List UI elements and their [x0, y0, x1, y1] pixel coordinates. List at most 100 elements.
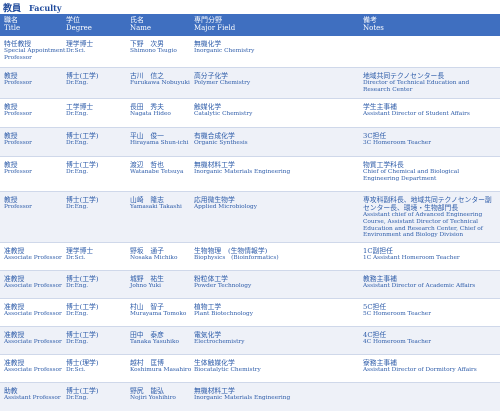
name-en: Furukawa Nobuyuki — [130, 80, 190, 86]
degree-ja: 理学博士 — [66, 40, 94, 48]
degree-en: Dr.Eng. — [66, 283, 89, 289]
table-row: 准教授 Associate Professor 博士(工学) Dr.Eng. 田中 … — [0, 327, 500, 355]
field-ja: 無機材料工学 — [194, 161, 235, 169]
table-row: 教授 Professor 博士(工学) Dr.Eng. 渡辺 哲也 Watanabe … — [0, 157, 500, 192]
table-row: 特任教授 Special Appointment Professor 理学博士 Dr… — [0, 36, 500, 68]
notes-en: 1C Assistant Homeroom Teacher — [363, 255, 460, 261]
notes-en: Assistant Director of Academic Affairs — [363, 283, 476, 289]
header-notes: 備考 Notes — [363, 16, 384, 32]
notes-ja: 寮務主事補 — [363, 359, 397, 367]
notes-ja: 1C副担任 — [363, 247, 393, 255]
title-en: Assistant Professor — [4, 395, 61, 401]
title-en: Associate Professor — [4, 283, 62, 289]
field-ja: 粉粒体工学 — [194, 275, 228, 283]
degree-ja: 工学博士 — [66, 103, 94, 111]
table-row: 教授 Professor 博士(工学) Dr.Eng. 平山 俊一 Hirayama … — [0, 128, 500, 157]
degree-ja: 博士(工学) — [66, 303, 99, 311]
name-ja: 野坂 通子 — [130, 247, 164, 255]
degree-en: Dr.Eng. — [66, 140, 89, 146]
field-en: Organic Synthesis — [194, 140, 248, 146]
notes-cell: 学生主事補 Assistant Director of Student Affai… — [363, 103, 497, 118]
name-ja: 田中 泰彦 — [130, 331, 164, 339]
name-en: Nojiri Yoshihiro — [130, 395, 176, 401]
degree-en: Dr.Eng. — [66, 311, 89, 317]
notes-cell: 3C担任 3C Homeroom Teacher — [363, 132, 497, 147]
notes-ja: 教務主事補 — [363, 275, 397, 283]
field-cell: 生物物理 (生物情報学) Biophysics (Bioinformatics) — [194, 247, 362, 262]
name-ja: 平山 俊一 — [130, 132, 164, 140]
name-cell: 下野 次男 Shimono Tsugio — [130, 40, 192, 55]
title-ja: 准教授 — [4, 275, 25, 283]
title-cell: 助教 Assistant Professor — [4, 387, 66, 402]
field-ja: 無機化学 — [194, 40, 222, 48]
title-ja: 教授 — [4, 103, 18, 111]
degree-cell: 博士(工学) Dr.Eng. — [66, 196, 128, 211]
header-degree: 学位 Degree — [66, 16, 92, 32]
name-ja: 古川 信之 — [130, 72, 164, 80]
header-name-ja: 氏名 — [130, 16, 144, 24]
title-en: Special Appointment Professor — [4, 48, 66, 61]
title-ja: 教授 — [4, 196, 18, 204]
header-degree-en: Degree — [66, 24, 92, 32]
field-cell: 無機材料工学 Inorganic Materials Engineering — [194, 387, 362, 402]
field-cell: 有機合成化学 Organic Synthesis — [194, 132, 362, 147]
title-cell: 教授 Professor — [4, 161, 66, 176]
degree-ja: 博士(理学) — [66, 359, 99, 367]
notes-cell: 1C副担任 1C Assistant Homeroom Teacher — [363, 247, 497, 262]
field-cell: 植物工学 Plant Biotechnology — [194, 303, 362, 318]
name-ja: 越村 匡博 — [130, 359, 164, 367]
notes-ja: 5C担任 — [363, 303, 387, 311]
table-row: 教授 Professor 博士(工学) Dr.Eng. 山崎 隆志 Yamasaki … — [0, 192, 500, 243]
field-cell: 粉粒体工学 Powder Technology — [194, 275, 362, 290]
name-en: Shimono Tsugio — [130, 48, 177, 54]
title-en: Associate Professor — [4, 311, 62, 317]
title-cell: 准教授 Associate Professor — [4, 331, 66, 346]
degree-cell: 博士(理学) Dr.Sci. — [66, 359, 128, 374]
title-cell: 特任教授 Special Appointment Professor — [4, 40, 66, 62]
header-title-ja: 職名 — [4, 16, 18, 24]
notes-ja: 地域共同テクノセンター長 — [363, 72, 445, 80]
notes-en: Assistant Director of Student Affairs — [363, 111, 470, 117]
degree-ja: 博士(工学) — [66, 331, 99, 339]
table-row: 助教 Assistant Professor 博士(工学) Dr.Eng. 野尻 能… — [0, 383, 500, 411]
name-cell: 野坂 通子 Nosaka Michiko — [130, 247, 192, 262]
title-ja: 准教授 — [4, 303, 25, 311]
name-ja: 下野 次男 — [130, 40, 164, 48]
field-ja: 植物工学 — [194, 303, 222, 311]
field-cell: 電気化学 Electrochemistry — [194, 331, 362, 346]
notes-ja: 専攻科副科長、地域共同テクノセンター副センター長、環境・生物部門長 — [363, 196, 492, 212]
table-header: 職名 Title 学位 Degree 氏名 Name 専門分野 Major Fi… — [0, 14, 500, 36]
degree-en: Dr.Eng. — [66, 169, 89, 175]
field-ja: 触媒化学 — [194, 103, 222, 111]
notes-cell: 専攻科副科長、地域共同テクノセンター副センター長、環境・生物部門長 Assista… — [363, 196, 497, 239]
name-cell: 田中 泰彦 Tanaka Yasuhiko — [130, 331, 192, 346]
degree-en: Dr.Sci. — [66, 255, 86, 261]
title-ja: 教授 — [4, 132, 18, 140]
degree-cell: 理学博士 Dr.Sci. — [66, 247, 128, 262]
name-en: Johno Yuki — [130, 283, 162, 289]
title-cell: 准教授 Associate Professor — [4, 275, 66, 290]
title-en: Professor — [4, 140, 32, 146]
degree-en: Dr.Eng. — [66, 111, 89, 117]
name-ja: 村山 智子 — [130, 303, 164, 311]
field-en: Inorganic Materials Engineering — [194, 395, 291, 401]
field-ja: 応用微生物学 — [194, 196, 235, 204]
field-en: Inorganic Materials Engineering — [194, 169, 291, 175]
title-ja: 教授 — [4, 72, 18, 80]
field-ja: 生体触媒化学 — [194, 359, 235, 367]
degree-cell: 工学博士 Dr.Eng. — [66, 103, 128, 118]
name-cell: 野尻 能弘 Nojiri Yoshihiro — [130, 387, 192, 402]
field-cell: 応用微生物学 Applied Microbiology — [194, 196, 362, 211]
name-cell: 山崎 隆志 Yamasaki Takashi — [130, 196, 192, 211]
name-ja: 城野 祐生 — [130, 275, 164, 283]
notes-en: 4C Homeroom Teacher — [363, 339, 432, 345]
notes-en: Assistant Director of Dormitory Affairs — [363, 367, 477, 373]
notes-cell: 4C担任 4C Homeroom Teacher — [363, 331, 497, 346]
table-row: 准教授 Associate Professor 博士(理学) Dr.Sci. 越村 … — [0, 355, 500, 383]
notes-ja: 4C担任 — [363, 331, 387, 339]
field-ja: 無機材料工学 — [194, 387, 235, 395]
degree-ja: 博士(工学) — [66, 275, 99, 283]
field-en: Electrochemistry — [194, 339, 245, 345]
degree-cell: 博士(工学) Dr.Eng. — [66, 303, 128, 318]
field-en: Biophysics (Bioinformatics) — [194, 255, 279, 261]
